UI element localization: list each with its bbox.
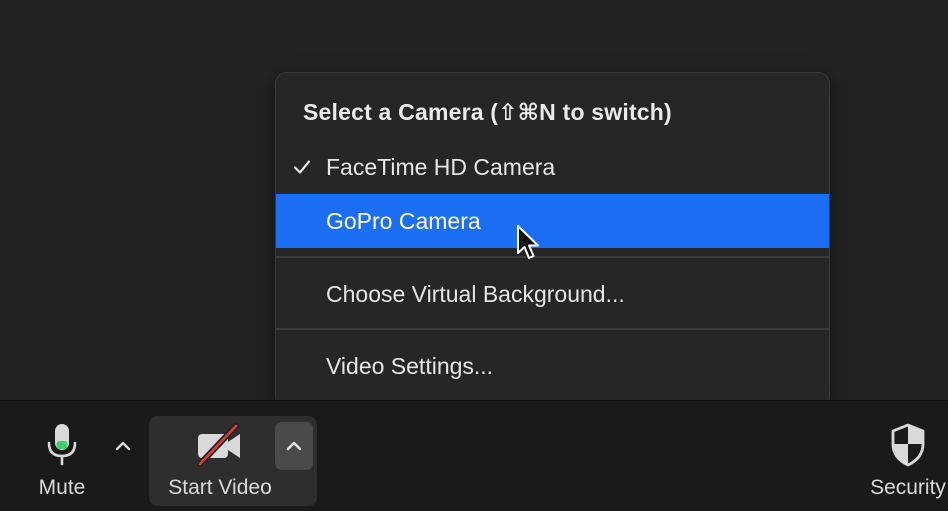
checkmark-icon [293, 160, 311, 174]
chevron-up-icon [286, 441, 302, 451]
start-video-label: Start Video [168, 476, 272, 499]
menu-item-virtual-background[interactable]: Choose Virtual Background... [276, 267, 829, 321]
chevron-up-icon [115, 441, 131, 451]
menu-item-label: FaceTime HD Camera [326, 153, 556, 180]
menu-item-facetime-camera[interactable]: FaceTime HD Camera [276, 140, 829, 194]
start-video-button[interactable]: Start Video [155, 422, 285, 500]
menu-item-label: GoPro Camera [326, 207, 481, 234]
meeting-toolbar [0, 400, 948, 511]
security-label: Security [870, 476, 946, 499]
security-button[interactable]: Security [858, 422, 948, 500]
menu-item-label: Video Settings... [326, 352, 494, 379]
menu-divider [276, 256, 829, 258]
video-camera-off-icon [197, 423, 240, 467]
menu-item-label: Choose Virtual Background... [326, 280, 625, 307]
camera-select-menu: Select a Camera (⇧⌘N to switch) FaceTime… [275, 72, 830, 408]
zoom-meeting-window: Select a Camera (⇧⌘N to switch) FaceTime… [0, 0, 948, 511]
mute-button[interactable]: Mute [22, 422, 102, 500]
microphone-icon [47, 424, 77, 466]
mute-label: Mute [38, 476, 86, 499]
menu-divider [276, 328, 829, 330]
video-options-button[interactable] [275, 422, 313, 470]
menu-header: Select a Camera (⇧⌘N to switch) [303, 99, 672, 125]
mute-options-button[interactable] [110, 432, 136, 460]
mouse-pointer-icon [517, 225, 539, 259]
shield-icon [891, 423, 925, 467]
menu-item-gopro-camera[interactable]: GoPro Camera [276, 194, 829, 248]
menu-item-video-settings[interactable]: Video Settings... [276, 339, 829, 393]
